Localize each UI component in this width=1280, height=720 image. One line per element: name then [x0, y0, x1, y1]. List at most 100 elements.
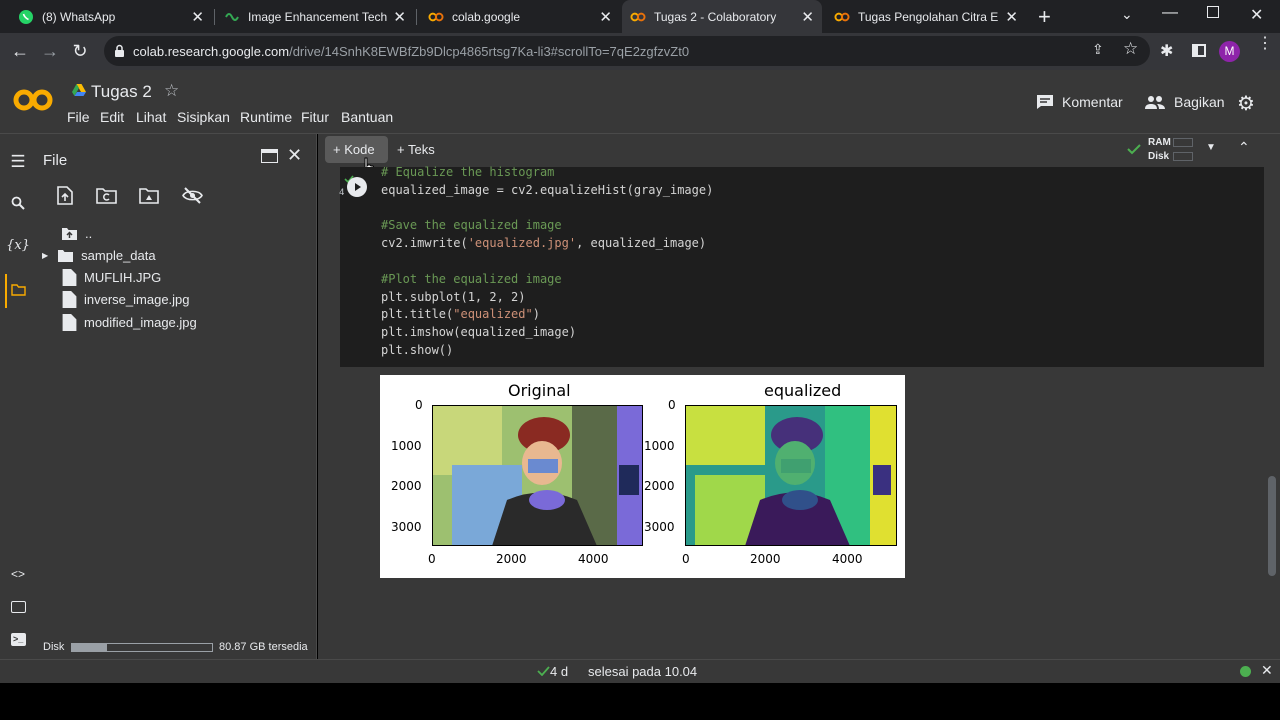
site-icon — [225, 12, 239, 21]
y-tick: 1000 — [391, 439, 422, 453]
window-close-icon[interactable]: ✕ — [1250, 5, 1263, 25]
browser-toolbar: ← → ↻ colab.research.google.com/drive/14… — [0, 33, 1280, 70]
code-snippets-icon[interactable]: <> — [0, 567, 36, 581]
side-panel-icon[interactable] — [1192, 44, 1206, 57]
code-line: equalized_image = cv2.equalizeHist(gray_… — [381, 182, 714, 197]
profile-avatar[interactable]: M — [1219, 41, 1240, 62]
code-line: plt.imshow(equalized_image) — [381, 325, 577, 340]
close-tab-icon[interactable]: ✕ — [801, 8, 814, 26]
open-in-tab-icon[interactable] — [261, 149, 278, 163]
refresh-folder-icon[interactable] — [96, 188, 117, 204]
command-palette-icon[interactable] — [11, 601, 26, 613]
share-button[interactable]: Bagikan — [1145, 94, 1225, 110]
parent-dir-item[interactable]: .. — [62, 225, 92, 242]
colab-icon — [630, 12, 646, 21]
notebook-title[interactable]: Tugas 2 — [91, 82, 152, 102]
x-tick: 4000 — [578, 552, 609, 566]
comment-button[interactable]: Komentar — [1036, 94, 1123, 110]
share-label: Bagikan — [1174, 94, 1225, 110]
tab-image-enhancement[interactable]: Image Enhancement Techni ✕ — [216, 0, 414, 33]
close-tab-icon[interactable]: ✕ — [393, 8, 406, 26]
file-icon — [62, 269, 77, 286]
restore-icon[interactable] — [1207, 6, 1219, 18]
reload-icon[interactable]: ↻ — [68, 39, 92, 63]
browser-menu-icon[interactable]: ⋮ — [1257, 36, 1273, 52]
upload-file-icon[interactable] — [57, 186, 73, 205]
menu-runtime[interactable]: Runtime — [240, 109, 292, 125]
close-tab-icon[interactable]: ✕ — [599, 8, 612, 26]
extensions-icon[interactable]: ✱ — [1160, 41, 1173, 61]
run-cell-button[interactable] — [347, 177, 367, 197]
tab-tugas-pengolahan-citra[interactable]: Tugas Pengolahan Citra Enh ✕ — [826, 0, 1026, 33]
tab-tugas-2-colaboratory[interactable]: Tugas 2 - Colaboratory ✕ — [622, 0, 822, 33]
resources-dropdown-icon[interactable]: ▼ — [1206, 142, 1216, 153]
add-text-button[interactable]: + Teks — [397, 142, 435, 157]
share-page-icon[interactable]: ⇪ — [1092, 41, 1104, 58]
file-name: modified_image.jpg — [84, 315, 197, 330]
file-tree-item-muflih[interactable]: MUFLIH.JPG — [62, 269, 161, 286]
new-tab-button[interactable]: + — [1038, 4, 1051, 30]
close-panel-icon[interactable]: ✕ — [287, 145, 302, 166]
disk-free-label: 80.87 GB tersedia — [219, 641, 308, 653]
menu-bantuan[interactable]: Bantuan — [341, 109, 393, 125]
tab-whatsapp[interactable]: (8) WhatsApp ✕ — [10, 0, 212, 33]
file-name: .. — [85, 226, 93, 241]
mount-drive-icon[interactable] — [139, 188, 159, 204]
terminal-icon[interactable]: >_ — [11, 633, 26, 646]
address-bar[interactable]: colab.research.google.com/drive/14SnhK8E… — [104, 36, 1150, 66]
file-tree-item-sample-data[interactable]: ▶ sample_data — [42, 247, 156, 264]
variables-icon[interactable]: {x} — [0, 238, 36, 253]
forward-icon[interactable]: → — [38, 39, 62, 63]
star-notebook-icon[interactable]: ☆ — [164, 81, 179, 101]
file-tree-item-inverse-image[interactable]: inverse_image.jpg — [62, 291, 190, 308]
menu-edit[interactable]: Edit — [100, 109, 124, 125]
notebook-scrollbar[interactable] — [1268, 476, 1276, 576]
comment-icon — [1037, 95, 1053, 109]
menu-lihat[interactable]: Lihat — [136, 109, 166, 125]
connection-status-icon — [1240, 666, 1251, 677]
collapse-header-icon[interactable]: ⌃ — [1238, 139, 1250, 156]
close-status-icon[interactable]: ✕ — [1261, 662, 1273, 679]
menu-file[interactable]: File — [67, 109, 90, 125]
bookmark-star-icon[interactable]: ☆ — [1123, 39, 1138, 59]
disk-usage-fill — [72, 644, 107, 651]
minimize-icon[interactable]: — — [1162, 4, 1178, 22]
y-tick: 0 — [668, 398, 676, 412]
y-tick: 2000 — [644, 479, 675, 493]
back-icon[interactable]: ← — [8, 39, 32, 63]
ram-meter — [1173, 138, 1193, 147]
equalized-axes-frame — [685, 405, 897, 546]
menu-fitur[interactable]: Fitur — [301, 109, 329, 125]
add-code-button[interactable]: + Kode — [325, 136, 388, 163]
add-code-label: Kode — [344, 142, 375, 157]
cell-output-figure: Original equalized 0 1000 2000 3000 0 20… — [380, 375, 905, 578]
hide-files-icon[interactable] — [182, 187, 203, 204]
tab-search-icon[interactable]: ⌄ — [1121, 6, 1133, 23]
folder-icon[interactable] — [11, 284, 26, 296]
close-tab-icon[interactable]: ✕ — [1005, 8, 1018, 26]
comment-label: Komentar — [1062, 94, 1123, 110]
x-tick: 0 — [428, 552, 436, 566]
whatsapp-icon — [19, 9, 33, 24]
colab-logo-icon[interactable] — [13, 87, 53, 113]
code-line: plt.title("equalized") — [381, 307, 540, 322]
subplot-title-equalized: equalized — [764, 381, 842, 400]
menu-sisipkan[interactable]: Sisipkan — [177, 109, 230, 125]
code-line: cv2.imwrite('equalized.jpg', equalized_i… — [381, 236, 707, 251]
expand-arrow-icon[interactable]: ▶ — [42, 251, 48, 260]
close-tab-icon[interactable]: ✕ — [191, 8, 204, 26]
file-tree-item-modified-image[interactable]: modified_image.jpg — [62, 314, 197, 331]
settings-gear-icon[interactable]: ⚙ — [1237, 91, 1255, 116]
code-cell[interactable]: 4 d # Equalize the histogram equalized_im… — [339, 165, 1264, 367]
status-time: 4 d — [550, 664, 569, 679]
file-name: MUFLIH.JPG — [84, 270, 162, 285]
lock-icon — [115, 44, 124, 57]
disk-meter — [1173, 152, 1193, 161]
table-of-contents-icon[interactable]: ☰ — [0, 152, 36, 172]
colab-icon — [428, 12, 444, 21]
active-indicator — [5, 274, 7, 308]
search-icon[interactable] — [11, 196, 25, 210]
tab-colab-google[interactable]: colab.google ✕ — [420, 0, 620, 33]
code-comment-line: # Equalize the histogram — [381, 165, 555, 179]
folder-icon — [58, 250, 74, 262]
